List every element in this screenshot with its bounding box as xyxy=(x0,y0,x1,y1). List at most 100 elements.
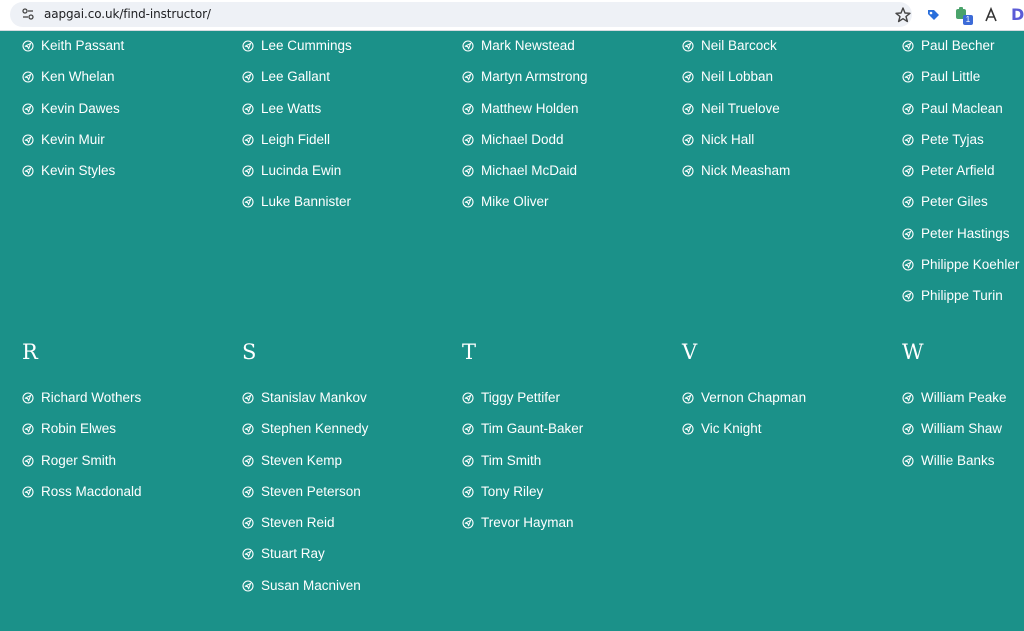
instructor-name[interactable]: Neil Barcock xyxy=(701,36,777,56)
send-check-icon xyxy=(462,165,474,177)
send-check-icon xyxy=(462,423,474,435)
send-check-icon xyxy=(462,40,474,52)
instructor-name[interactable]: Richard Wothers xyxy=(41,388,141,408)
instructor-name[interactable]: Steven Kemp xyxy=(261,451,342,471)
instructor-name[interactable]: Paul Little xyxy=(921,67,980,87)
send-check-icon xyxy=(22,486,34,498)
send-check-icon xyxy=(902,196,914,208)
instructor-name[interactable]: Michael Dodd xyxy=(481,130,564,150)
instructor-name[interactable]: Mike Oliver xyxy=(481,192,549,212)
send-check-icon xyxy=(22,103,34,115)
instructor-name[interactable]: Susan Macniven xyxy=(261,576,361,596)
send-check-icon xyxy=(462,392,474,404)
instructor-name[interactable]: Stuart Ray xyxy=(261,544,325,564)
instructor-name[interactable]: Lucinda Ewin xyxy=(261,161,341,181)
instructor-name[interactable]: Michael McDaid xyxy=(481,161,577,181)
browser-toolbar: aapgai.co.uk/find-instructor/ 1 D xyxy=(0,0,1024,31)
instructor-name[interactable]: Stephen Kennedy xyxy=(261,419,368,439)
instructor-name[interactable]: Nick Measham xyxy=(701,161,790,181)
url-text[interactable]: aapgai.co.uk/find-instructor/ xyxy=(44,7,211,21)
send-check-icon xyxy=(242,134,254,146)
instructor-name[interactable]: Philippe Turin xyxy=(921,286,1003,306)
send-check-icon xyxy=(22,455,34,467)
send-check-icon xyxy=(242,455,254,467)
send-check-icon xyxy=(242,71,254,83)
instructor-name[interactable]: Leigh Fidell xyxy=(261,130,330,150)
send-check-icon xyxy=(682,40,694,52)
send-check-icon xyxy=(22,165,34,177)
send-check-icon xyxy=(682,392,694,404)
letter-heading: S xyxy=(242,340,257,364)
bookmark-star-icon[interactable] xyxy=(894,6,912,24)
send-check-icon xyxy=(902,134,914,146)
send-check-icon xyxy=(462,71,474,83)
instructor-name[interactable]: Vernon Chapman xyxy=(701,388,806,408)
instructor-name[interactable]: Martyn Armstrong xyxy=(481,67,588,87)
instructor-name[interactable]: Kevin Styles xyxy=(41,161,115,181)
instructor-name[interactable]: William Shaw xyxy=(921,419,1002,439)
instructor-name[interactable]: Neil Lobban xyxy=(701,67,773,87)
instructor-name[interactable]: Peter Giles xyxy=(921,192,988,212)
send-check-icon xyxy=(242,423,254,435)
instructor-name[interactable]: Philippe Koehler xyxy=(921,255,1019,275)
instructor-name[interactable]: Nick Hall xyxy=(701,130,754,150)
send-check-icon xyxy=(682,103,694,115)
instructor-name[interactable]: Lee Gallant xyxy=(261,67,330,87)
instructor-name[interactable]: Stanislav Mankov xyxy=(261,388,367,408)
instructor-name[interactable]: Kevin Muir xyxy=(41,130,105,150)
extension-tag-icon[interactable] xyxy=(925,6,941,24)
instructor-name[interactable]: Pete Tyjas xyxy=(921,130,984,150)
send-check-icon xyxy=(902,71,914,83)
instructor-name[interactable]: Lee Watts xyxy=(261,99,321,119)
instructor-name[interactable]: Keith Passant xyxy=(41,36,124,56)
instructor-name[interactable]: Tony Riley xyxy=(481,482,543,502)
instructor-name[interactable]: Neil Truelove xyxy=(701,99,780,119)
instructor-name[interactable]: Paul Maclean xyxy=(921,99,1003,119)
send-check-icon xyxy=(242,196,254,208)
instructor-name[interactable]: Peter Hastings xyxy=(921,224,1010,244)
instructor-name[interactable]: Robin Elwes xyxy=(41,419,116,439)
instructor-name[interactable]: Steven Peterson xyxy=(261,482,361,502)
send-check-icon xyxy=(22,423,34,435)
instructor-name[interactable]: Tim Gaunt-Baker xyxy=(481,419,583,439)
send-check-icon xyxy=(242,103,254,115)
send-check-icon xyxy=(242,517,254,529)
send-check-icon xyxy=(462,196,474,208)
send-check-icon xyxy=(242,486,254,498)
send-check-icon xyxy=(902,290,914,302)
instructor-name[interactable]: Kevin Dawes xyxy=(41,99,120,119)
send-check-icon xyxy=(242,580,254,592)
instructor-name[interactable]: Willie Banks xyxy=(921,451,995,471)
send-check-icon xyxy=(902,103,914,115)
send-check-icon xyxy=(902,165,914,177)
instructor-name[interactable]: Mark Newstead xyxy=(481,36,575,56)
instructor-name[interactable]: Paul Becher xyxy=(921,36,995,56)
instructor-name[interactable]: Tim Smith xyxy=(481,451,541,471)
instructor-name[interactable]: Ken Whelan xyxy=(41,67,115,87)
address-bar[interactable]: aapgai.co.uk/find-instructor/ xyxy=(10,2,912,27)
instructor-name[interactable]: Peter Arfield xyxy=(921,161,995,181)
instructor-name[interactable]: Vic Knight xyxy=(701,419,762,439)
instructor-name[interactable]: Matthew Holden xyxy=(481,99,579,119)
instructor-name[interactable]: William Peake xyxy=(921,388,1007,408)
send-check-icon xyxy=(462,455,474,467)
send-check-icon xyxy=(22,134,34,146)
send-check-icon xyxy=(682,423,694,435)
send-check-icon xyxy=(242,40,254,52)
site-settings-icon[interactable] xyxy=(21,7,35,21)
instructor-name[interactable]: Roger Smith xyxy=(41,451,116,471)
extension-pen-icon[interactable] xyxy=(983,6,999,24)
instructor-name[interactable]: Luke Bannister xyxy=(261,192,351,212)
send-check-icon xyxy=(902,455,914,467)
letter-heading: V xyxy=(682,340,698,364)
instructor-name[interactable]: Lee Cummings xyxy=(261,36,352,56)
instructor-name[interactable]: Tiggy Pettifer xyxy=(481,388,560,408)
send-check-icon xyxy=(902,423,914,435)
send-check-icon xyxy=(902,259,914,271)
extension-d-icon[interactable]: D xyxy=(1011,6,1024,24)
send-check-icon xyxy=(462,517,474,529)
instructor-name[interactable]: Steven Reid xyxy=(261,513,335,533)
instructor-name[interactable]: Trevor Hayman xyxy=(481,513,574,533)
send-check-icon xyxy=(22,392,34,404)
instructor-name[interactable]: Ross Macdonald xyxy=(41,482,142,502)
